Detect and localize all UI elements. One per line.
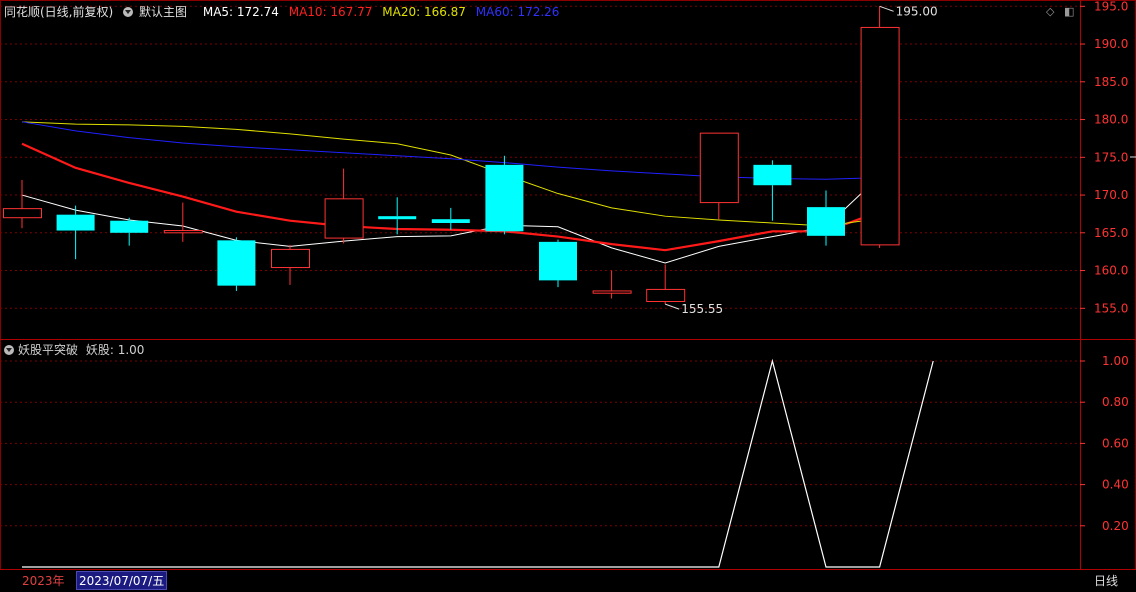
price-tick-label: 190.0 — [1094, 37, 1128, 51]
indicator-header: 妖股平突破 妖股: 1.00 — [4, 341, 144, 358]
main-chart-label: 默认主图 — [139, 5, 188, 19]
candle-body-up — [860, 26, 900, 246]
annotation-leader — [879, 5, 894, 12]
indicator-tick-label: 0.20 — [1102, 519, 1129, 533]
candle-body-down — [378, 216, 417, 220]
indicator-name[interactable]: 妖股平突破 — [18, 343, 78, 357]
candle-body-down — [807, 207, 845, 236]
period-tab[interactable]: 日线 — [1094, 572, 1118, 589]
ma5-label: MA5: 172.74 — [202, 5, 279, 19]
extreme-price-label: 195.00 — [896, 4, 938, 18]
candle-body-down — [539, 241, 577, 281]
price-tick-label: 170.0 — [1094, 188, 1128, 202]
candle-body-up — [592, 290, 632, 294]
candle-body-up — [3, 208, 42, 219]
ma60-label: MA60: 172.26 — [475, 5, 560, 19]
dropdown-icon[interactable] — [4, 345, 14, 355]
price-tick-label: 175.0 — [1094, 150, 1128, 164]
indicator-line — [22, 358, 934, 568]
candle-body-down — [753, 164, 792, 186]
price-tick-label: 155.0 — [1094, 301, 1128, 315]
extreme-price-label: 155.55 — [681, 302, 723, 316]
candle-body-down — [431, 219, 470, 223]
ma10-label: MA10: 167.77 — [288, 5, 373, 19]
candle-body-up — [699, 132, 739, 204]
year-label: 2023年 — [22, 574, 65, 588]
price-tick-label: 160.0 — [1094, 264, 1128, 278]
price-tick-label: 185.0 — [1094, 75, 1128, 89]
main-chart-selector[interactable]: 默认主图 — [123, 5, 193, 19]
indicator-tick-label: 0.80 — [1102, 395, 1129, 409]
indicator-tick-label: 0.40 — [1102, 478, 1129, 492]
price-tick-label: 180.0 — [1094, 113, 1128, 127]
chart-canvas: 195.0 190.0 185.0 180.0 175.0 170.0 165.0 160.0… — [0, 0, 1136, 570]
stock-name[interactable]: 同花顺(日线,前复权) — [4, 5, 113, 19]
indicator-tick-label: 1.00 — [1102, 354, 1129, 368]
candle-body-up — [646, 288, 686, 303]
diamond-icon[interactable]: ◇ — [1046, 5, 1054, 18]
candle-body-up — [324, 198, 364, 239]
dropdown-icon — [123, 7, 134, 17]
ma20-label: MA20: 166.87 — [382, 5, 466, 19]
annotation-leader — [665, 303, 680, 310]
candle-body-down — [217, 240, 256, 286]
candle-body-up — [163, 230, 203, 234]
chart-tools: ◇ ◧ — [1046, 5, 1074, 18]
panel-icon[interactable]: ◧ — [1064, 5, 1074, 18]
indicator-value: 妖股: 1.00 — [85, 343, 145, 357]
candle-body-down — [110, 220, 149, 233]
candle-body-down — [56, 214, 95, 231]
current-date-label: 2023/07/07/五 — [76, 571, 168, 590]
price-tick-label: 165.0 — [1094, 226, 1128, 240]
price-tick-label: 195.0 — [1094, 0, 1128, 13]
indicator-tick-label: 0.60 — [1102, 436, 1129, 450]
ma-line-ma60 — [21, 121, 880, 180]
candle-body-up — [271, 248, 310, 269]
price-chart-header: 同花顺(日线,前复权) 默认主图 MA5: 172.74 MA10: 167.7… — [4, 3, 565, 20]
candle-body-down — [485, 164, 524, 232]
ma-line-ma10 — [21, 142, 880, 252]
